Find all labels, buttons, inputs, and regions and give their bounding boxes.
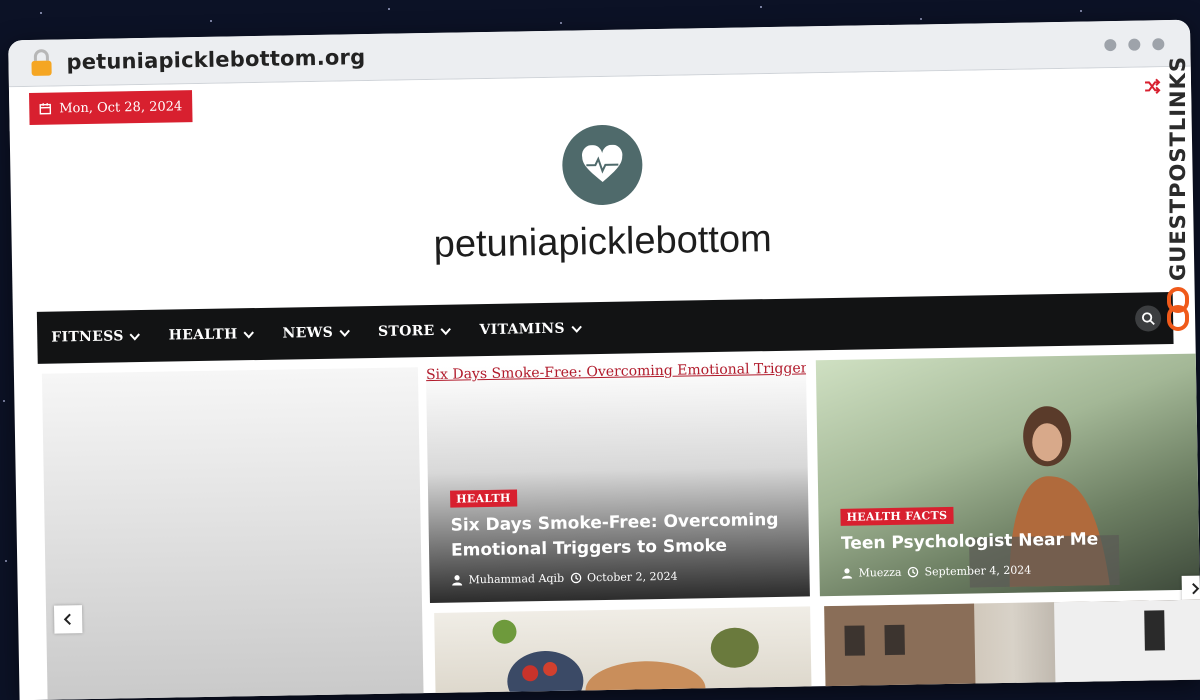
calendar-icon	[39, 103, 51, 115]
post-card-street[interactable]	[824, 600, 1200, 700]
chevron-down-icon	[243, 329, 254, 340]
nav-label: NEWS	[282, 325, 333, 342]
card-title[interactable]: Teen Psychologist Near Me	[841, 526, 1177, 557]
slider-prev-button[interactable]	[54, 605, 82, 633]
nav-label: FITNESS	[51, 328, 124, 345]
card-overlay: HEALTH FACTS Teen Psychologist Near Me M…	[840, 500, 1177, 580]
chevron-down-icon	[339, 327, 350, 338]
clock-icon	[570, 572, 581, 583]
featured-card-smoke-free[interactable]: Six Days Smoke-Free: Overcoming Emotiona…	[426, 360, 810, 603]
card-title[interactable]: Six Days Smoke-Free: Overcoming Emotiona…	[450, 508, 787, 564]
nav-label: HEALTH	[169, 326, 238, 343]
nav-item-vitamins[interactable]: VITAMINS	[479, 320, 596, 338]
watermark-text: GUESTPOSTLINKS	[1166, 56, 1190, 281]
category-badge[interactable]: HEALTH FACTS	[840, 507, 953, 526]
site-logo[interactable]	[562, 124, 643, 205]
card-meta: Muhammad Aqib October 2, 2024	[451, 568, 787, 587]
chevron-right-icon	[1189, 583, 1200, 595]
site-branding: petuniapicklebottom	[10, 111, 1195, 297]
nav-item-store[interactable]: STORE	[378, 322, 466, 340]
lock-icon	[26, 47, 57, 78]
window-controls	[1104, 38, 1164, 51]
card-date: October 2, 2024	[587, 570, 678, 585]
window-dot[interactable]	[1104, 39, 1116, 51]
site-title[interactable]: petuniapicklebottom	[11, 211, 1194, 275]
window-dot[interactable]	[1128, 39, 1140, 51]
chevron-left-icon	[62, 613, 74, 625]
nav-item-news[interactable]: NEWS	[282, 324, 364, 341]
date-badge: Mon, Oct 28, 2024	[29, 90, 193, 125]
chevron-down-icon	[571, 323, 582, 334]
chevron-down-icon	[130, 331, 141, 342]
user-icon	[841, 568, 852, 579]
card-date: September 4, 2024	[924, 564, 1031, 579]
chain-link-icon	[1166, 287, 1190, 331]
search-button[interactable]	[1135, 305, 1161, 331]
window-dot[interactable]	[1152, 38, 1164, 50]
card-author[interactable]: Muhammad Aqib	[468, 572, 564, 587]
chevron-down-icon	[440, 325, 451, 336]
nav-label: VITAMINS	[479, 321, 565, 338]
user-icon	[451, 574, 462, 585]
card-overlay: HEALTH Six Days Smoke-Free: Overcoming E…	[450, 482, 788, 587]
card-author[interactable]: Muezza	[858, 566, 901, 580]
food-bowls-image	[434, 606, 812, 700]
slider-main[interactable]	[42, 367, 424, 700]
broken-image-alt[interactable]: Six Days Smoke-Free: Overcoming Emotiona…	[426, 360, 810, 383]
watermark: GUESTPOSTLINKS	[1160, 56, 1196, 356]
shuffle-icon[interactable]	[1143, 77, 1161, 95]
nav-item-fitness[interactable]: FITNESS	[51, 328, 155, 346]
heart-pulse-icon	[580, 145, 625, 186]
category-badge[interactable]: HEALTH	[450, 490, 517, 508]
address-bar-url[interactable]: petuniapicklebottom.org	[66, 45, 365, 74]
clock-icon	[907, 567, 918, 578]
nav-item-health[interactable]: HEALTH	[169, 326, 269, 344]
search-icon	[1141, 311, 1155, 325]
current-date: Mon, Oct 28, 2024	[59, 99, 182, 116]
main-navigation: FITNESS HEALTH NEWS STORE VITAMINS	[37, 292, 1174, 364]
city-street-image	[824, 600, 1200, 700]
featured-grid: Six Days Smoke-Free: Overcoming Emotiona…	[38, 354, 1188, 700]
post-card-food[interactable]	[434, 606, 812, 700]
slider-next-button[interactable]	[1182, 575, 1200, 601]
browser-window: petuniapicklebottom.org Mon, Oct 28, 202…	[8, 20, 1200, 700]
featured-card-teen-psychologist[interactable]: HEALTH FACTS Teen Psychologist Near Me M…	[816, 354, 1200, 597]
nav-label: STORE	[378, 323, 435, 340]
